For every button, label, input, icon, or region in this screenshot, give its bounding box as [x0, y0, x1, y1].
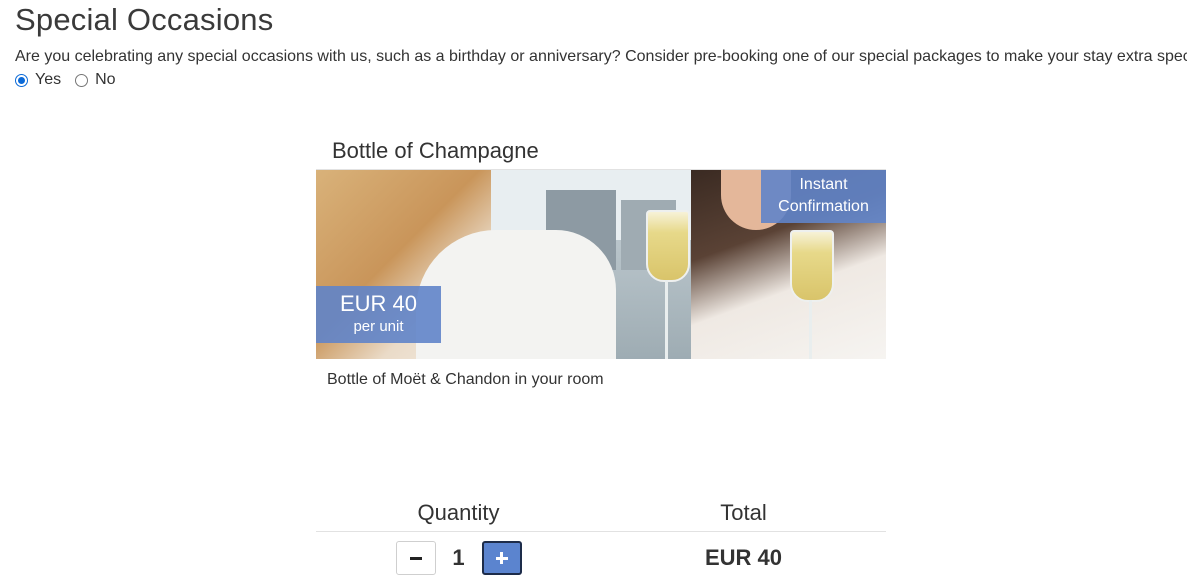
- package-title: Bottle of Champagne: [316, 132, 886, 170]
- order-header: Quantity Total: [316, 497, 886, 532]
- badge-line-1: Instant: [799, 176, 848, 193]
- occasion-radio-group: Yes No: [15, 71, 130, 89]
- plus-icon: [495, 552, 508, 564]
- glass-stem: [809, 300, 812, 359]
- increase-quantity-button[interactable]: [481, 541, 522, 575]
- price-amount: EUR 40: [339, 291, 418, 316]
- quantity-value: 1: [452, 545, 465, 570]
- decrease-quantity-button[interactable]: [395, 541, 436, 575]
- section-title: Special Occasions: [15, 2, 274, 37]
- champagne-glass: [646, 210, 690, 282]
- quantity-header: Quantity: [417, 500, 500, 525]
- minus-icon: [409, 556, 422, 560]
- radio-no-label: No: [95, 71, 116, 88]
- quantity-stepper: 1: [316, 541, 601, 575]
- instant-confirmation-badge: Instant Confirmation: [761, 170, 886, 223]
- radio-no[interactable]: No: [75, 71, 116, 89]
- total-header: Total: [720, 500, 767, 525]
- total-value: EUR 40: [704, 545, 783, 570]
- intro-text: Are you celebrating any special occasion…: [15, 48, 1187, 65]
- radio-no-circle[interactable]: [75, 73, 89, 87]
- champagne-glass: [790, 230, 834, 302]
- image-robe: [416, 230, 616, 359]
- package-description: Bottle of Moët & Chandon in your room: [327, 371, 604, 388]
- package-card: Bottle of Champagne Instant Confirmation…: [316, 132, 886, 389]
- total-cell: EUR 40: [601, 545, 886, 571]
- radio-yes-circle[interactable]: [15, 73, 28, 87]
- radio-yes[interactable]: Yes: [15, 71, 61, 89]
- badge-line-2: Confirmation: [778, 198, 869, 215]
- order-row: 1 EUR 40: [316, 532, 886, 584]
- price-badge: EUR 40 per unit: [316, 286, 441, 343]
- package-image: Instant Confirmation EUR 40 per unit: [316, 170, 886, 359]
- glass-stem: [665, 280, 668, 359]
- price-unit: per unit: [353, 318, 404, 335]
- order-section: Quantity Total 1 EUR 40: [316, 497, 886, 584]
- radio-yes-label: Yes: [35, 71, 62, 88]
- special-occasions-page: Special Occasions Are you celebrating an…: [0, 0, 1187, 584]
